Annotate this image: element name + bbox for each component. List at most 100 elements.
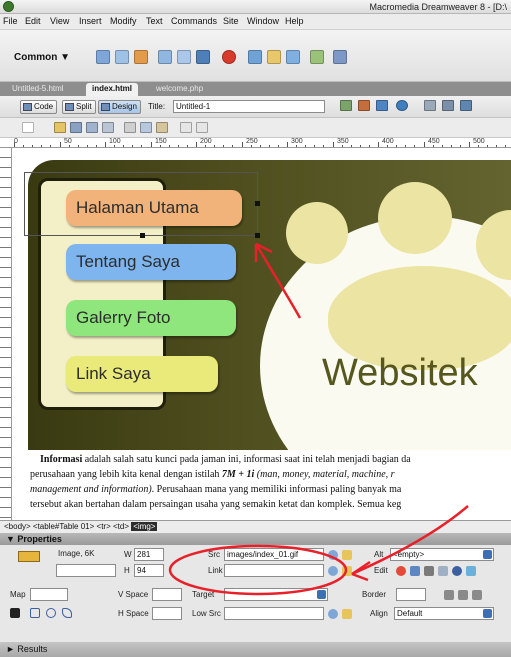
copy-icon[interactable] <box>140 122 152 133</box>
sharpen-icon[interactable] <box>466 566 476 576</box>
align-select[interactable]: Default <box>394 607 494 620</box>
menu-site[interactable]: Site <box>223 16 239 26</box>
rectangle-hotspot-icon[interactable] <box>30 608 40 618</box>
preview-browser-icon[interactable] <box>376 100 388 111</box>
optimize-image-icon[interactable] <box>410 566 420 576</box>
align-left-icon[interactable] <box>444 590 454 600</box>
width-field[interactable]: 281 <box>134 548 164 561</box>
map-field[interactable] <box>30 588 68 601</box>
tab-untitled-5[interactable]: Untitled-5.html <box>6 83 70 96</box>
design-view-button[interactable]: Design <box>98 100 141 114</box>
file-management-icon[interactable] <box>358 100 370 111</box>
vertical-ruler <box>0 148 12 520</box>
tab-welcome[interactable]: welcome.php <box>150 83 209 96</box>
link-field[interactable] <box>224 564 324 577</box>
doc-title-input[interactable]: Untitled-1 <box>173 100 325 113</box>
browse-folder-icon[interactable] <box>342 566 352 576</box>
cut-icon[interactable] <box>124 122 136 133</box>
alt-select[interactable]: <empty> <box>390 548 494 561</box>
nav-galerry-foto[interactable]: Galerry Foto <box>66 300 236 336</box>
crop-icon[interactable] <box>424 566 434 576</box>
ruler-tick <box>114 145 116 147</box>
image-name-field[interactable] <box>56 564 116 577</box>
visual-aids-icon[interactable] <box>460 100 472 111</box>
templates-icon[interactable] <box>310 50 324 64</box>
align-center-icon[interactable] <box>458 590 468 600</box>
lowsrc-field[interactable] <box>224 607 324 620</box>
menu-text[interactable]: Text <box>146 16 163 26</box>
menu-help[interactable]: Help <box>285 16 304 26</box>
tag-path[interactable]: <body> <table#Table 01> <tr> <td> <box>4 522 129 531</box>
edit-image-icon[interactable] <box>396 566 406 576</box>
properties-panel-header[interactable]: ▼ Properties <box>0 533 511 545</box>
menu-edit[interactable]: Edit <box>25 16 41 26</box>
save-icon[interactable] <box>70 122 82 133</box>
circle-hotspot-icon[interactable] <box>46 608 56 618</box>
hspace-field[interactable] <box>152 607 182 620</box>
menu-view[interactable]: View <box>50 16 69 26</box>
menu-insert[interactable]: Insert <box>79 16 102 26</box>
hyperlink-icon[interactable] <box>96 50 110 64</box>
target-select[interactable] <box>224 588 328 601</box>
brightness-icon[interactable] <box>452 566 462 576</box>
images-icon[interactable] <box>196 50 210 64</box>
browse-folder-icon[interactable] <box>342 550 352 560</box>
save-all-icon[interactable] <box>86 122 98 133</box>
date-icon[interactable] <box>248 50 262 64</box>
ruler-label: 500 <box>473 138 485 145</box>
body-text-1: adalah salah satu kunci pada jaman ini, … <box>82 454 411 465</box>
split-view-button[interactable]: Split <box>62 100 96 114</box>
browse-folder-icon[interactable] <box>342 609 352 619</box>
vspace-field[interactable] <box>152 588 182 601</box>
no-browser-check-errors-icon[interactable] <box>340 100 352 111</box>
redo-icon[interactable] <box>196 122 208 133</box>
border-field[interactable] <box>396 588 426 601</box>
insert-category-select[interactable]: Common ▼ <box>14 52 70 63</box>
menu-window[interactable]: Window <box>247 16 279 26</box>
paste-icon[interactable] <box>156 122 168 133</box>
menu-modify[interactable]: Modify <box>110 16 137 26</box>
tab-index[interactable]: index.html <box>86 83 139 96</box>
height-field[interactable]: 94 <box>134 564 164 577</box>
resize-handle-corner[interactable] <box>255 233 260 238</box>
globe-icon[interactable] <box>396 100 408 111</box>
refresh-icon[interactable] <box>424 100 436 111</box>
image-type-label: Image, 6K <box>58 549 95 558</box>
email-link-icon[interactable] <box>115 50 129 64</box>
comment-icon[interactable] <box>286 50 300 64</box>
src-field[interactable]: images/index_01.gif <box>224 548 324 561</box>
new-document-icon[interactable] <box>22 122 34 133</box>
body-text-2b: (man, money, material, machine, r <box>254 469 395 480</box>
print-icon[interactable] <box>102 122 114 133</box>
tag-chooser-icon[interactable] <box>333 50 347 64</box>
resize-handle-bottom[interactable] <box>140 233 145 238</box>
menu-file[interactable]: File <box>3 16 18 26</box>
resample-icon[interactable] <box>438 566 448 576</box>
media-icon[interactable] <box>222 50 236 64</box>
view-options-icon[interactable] <box>442 100 454 111</box>
open-icon[interactable] <box>54 122 66 133</box>
polygon-hotspot-icon[interactable] <box>62 608 72 618</box>
resize-handle-right[interactable] <box>255 201 260 206</box>
layer-icon[interactable] <box>177 50 191 64</box>
point-to-file-icon[interactable] <box>328 550 338 560</box>
code-view-button[interactable]: Code <box>20 100 58 114</box>
server-include-icon[interactable] <box>267 50 281 64</box>
align-right-icon[interactable] <box>472 590 482 600</box>
ruler-tick <box>323 145 325 147</box>
pointer-hotspot-icon[interactable] <box>10 608 20 618</box>
named-anchor-icon[interactable] <box>134 50 148 64</box>
undo-icon[interactable] <box>180 122 192 133</box>
nav-link-saya[interactable]: Link Saya <box>66 356 218 392</box>
selected-tag[interactable]: <img> <box>131 522 158 531</box>
results-panel-header[interactable]: ► Results <box>0 642 511 657</box>
border-label: Border <box>362 590 387 599</box>
paw-toe-2 <box>378 182 452 254</box>
point-to-file-icon[interactable] <box>328 566 338 576</box>
nav-tentang-saya[interactable]: Tentang Saya <box>66 244 236 280</box>
menu-commands[interactable]: Commands <box>171 16 217 26</box>
table-icon[interactable] <box>158 50 172 64</box>
ruler-tick <box>314 145 316 147</box>
point-to-file-icon[interactable] <box>328 609 338 619</box>
design-view-canvas[interactable]: Websitek Halaman Utama Tentang Saya Gale… <box>12 148 511 520</box>
